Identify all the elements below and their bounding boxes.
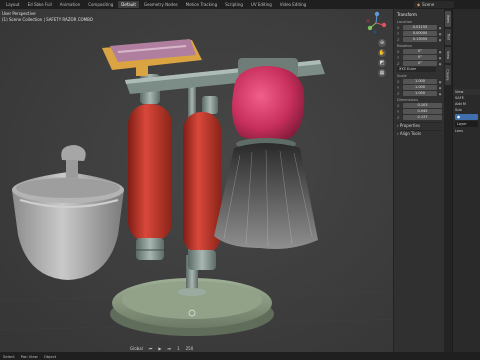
shaving-bowl[interactable]	[12, 145, 124, 280]
lock-icon[interactable]: ●	[438, 92, 442, 96]
dimension-y-field[interactable]: 0.045	[403, 109, 442, 114]
workspace-tab[interactable]: Layout	[3, 1, 23, 8]
transform-header[interactable]: Transform	[397, 12, 442, 18]
workspace-tab[interactable]: Geometry Nodes	[141, 1, 181, 8]
sidebar-transform-panel: Transform Location X 0.01155 ● Y 0.00000 ● Z…	[393, 9, 444, 352]
properties-item[interactable]: Lens	[453, 128, 480, 134]
properties-item[interactable]: Sub	[453, 107, 480, 113]
grid-view-icon[interactable]: ▦	[378, 69, 386, 77]
align-tools-label: Align Tools	[399, 131, 422, 136]
shaving-brush[interactable]	[214, 58, 318, 249]
frame-end-field[interactable]: 250	[186, 346, 194, 351]
workspace-tab-active[interactable]: Default	[118, 1, 139, 8]
outliner-area	[453, 9, 480, 89]
lock-icon[interactable]: ●	[438, 80, 442, 84]
workspace-tab[interactable]: Compositing	[85, 1, 116, 8]
viewport-info: User Perspective (1) Scene Collection | …	[2, 11, 93, 23]
dimension-x-field[interactable]: 0.103	[403, 103, 442, 108]
properties-label: Properties	[399, 123, 421, 128]
razor-handle-right[interactable]	[183, 96, 221, 270]
location-x-field[interactable]: 0.01155	[403, 25, 437, 30]
properties-selected[interactable]: Layer	[455, 121, 478, 127]
status-bar: Select Pan View Object	[0, 352, 480, 360]
properties-editor: View SAFE Add M Sub ● Layer Lens	[452, 9, 480, 352]
dimension-z-field[interactable]: 0.137	[403, 115, 442, 120]
tab-create[interactable]: Create	[445, 65, 451, 85]
workspace-tab[interactable]: Ed Sbke Full	[25, 1, 55, 8]
scale-z-field[interactable]: 1.000	[403, 91, 437, 96]
status-item: Pan View	[20, 353, 38, 359]
scene-icon: ◆	[417, 2, 421, 7]
lock-icon[interactable]: ●	[438, 32, 442, 36]
workspace-tab[interactable]: Animation	[57, 1, 83, 8]
location-y-field[interactable]: 0.00000	[403, 31, 437, 36]
frame-start-field[interactable]: 1	[177, 346, 180, 351]
camera-icon[interactable]: ◩	[378, 59, 386, 67]
properties-panel-header[interactable]: › Properties	[397, 122, 442, 128]
lock-icon[interactable]: ●	[438, 86, 442, 90]
status-item: Object	[43, 353, 57, 359]
sidebar-tabs: Item Tool View Create	[444, 9, 452, 352]
lock-icon[interactable]: ●	[438, 38, 442, 42]
rotation-x-field[interactable]: 0°	[403, 49, 437, 54]
pan-hand-icon[interactable]: ✋	[378, 49, 386, 57]
playback-dropdown[interactable]: Global	[130, 346, 143, 351]
jump-end-icon[interactable]: ⏭	[167, 346, 171, 351]
workspace-tab[interactable]: Video Editing	[277, 1, 309, 8]
razor-handle-left[interactable]	[128, 74, 172, 260]
location-z-field[interactable]: 0.13055	[403, 37, 437, 42]
razor-head[interactable]	[102, 39, 202, 76]
scene-label: Scene	[422, 2, 435, 7]
viewport-collection: (1) Scene Collection | SAFETY RAZOR COMB…	[2, 17, 93, 22]
navigation-gizmo[interactable]	[364, 11, 388, 35]
workspace-tab-bar: Layout Ed Sbke Full Animation Compositin…	[0, 0, 480, 9]
workspace-tab[interactable]: Motion Tracking	[183, 1, 220, 8]
rotation-y-field[interactable]: 0°	[403, 55, 437, 60]
status-item: Select	[3, 353, 15, 359]
3d-viewport[interactable]: User Perspective (1) Scene Collection | …	[0, 9, 444, 352]
align-tools-panel-header[interactable]: › Align Tools	[397, 130, 442, 136]
blender-window: Layout Ed Sbke Full Animation Compositin…	[0, 0, 480, 360]
scale-y-field[interactable]: 1.000	[403, 85, 437, 90]
workspace-tab[interactable]: UV Editing	[248, 1, 275, 8]
lock-icon[interactable]: ●	[438, 62, 442, 66]
tab-tool[interactable]: Tool	[445, 29, 451, 45]
workspace-tab[interactable]: Scripting	[222, 1, 246, 8]
scale-x-field[interactable]: 1.000	[403, 79, 437, 84]
jump-start-icon[interactable]: ⏮	[149, 346, 153, 351]
zoom-icon[interactable]: ⊕	[378, 39, 386, 47]
lock-icon[interactable]: ●	[438, 26, 442, 30]
lock-icon[interactable]: ●	[438, 50, 442, 54]
lock-icon[interactable]: ●	[438, 56, 442, 60]
timeline-controls: Global ⏮ ▶ ⏭ 1 250	[130, 345, 440, 352]
play-icon[interactable]: ▶	[158, 346, 161, 351]
rotation-z-field[interactable]: 0°	[403, 61, 437, 66]
rotation-mode-select[interactable]: XYZ Euler	[397, 67, 436, 72]
properties-active-item[interactable]: ●	[455, 114, 478, 120]
scene-selector[interactable]: ◆ Scene	[414, 1, 454, 8]
tab-item[interactable]: Item	[445, 11, 451, 27]
tab-view[interactable]: View	[445, 47, 451, 63]
